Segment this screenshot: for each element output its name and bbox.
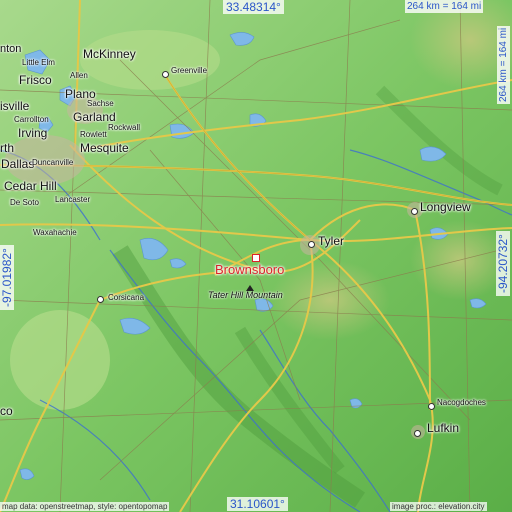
city-label-duncanville: Duncanville (32, 158, 74, 167)
credit-image-proc: image proc.: elevation.city (390, 502, 487, 511)
city-label-frisco: Frisco (19, 73, 52, 87)
city-label-longview: Longview (420, 200, 471, 214)
city-label-mesquite: Mesquite (80, 141, 129, 155)
city-label-fort-worth: rth (0, 141, 15, 155)
city-label-greenville: Greenville (171, 66, 208, 75)
city-label-corsicana: Corsicana (108, 293, 145, 302)
city-label-tyler: Tyler (318, 234, 345, 248)
city-label-carrollton: Carrollton (14, 115, 49, 124)
city-marker-lufkin (414, 430, 421, 437)
city-label-waco: co (0, 404, 13, 418)
city-label-allen: Allen (70, 71, 88, 80)
city-label-waxahachie: Waxahachie (33, 228, 77, 237)
city-label-lewisville: isville (0, 99, 30, 113)
city-label-nacogdoches: Nacogdoches (437, 398, 486, 407)
city-label-desoto: De Soto (10, 198, 39, 207)
city-label-lancaster: Lancaster (55, 195, 91, 204)
coord-bottom: 31.10601° (227, 497, 288, 511)
place-marker[interactable] (252, 254, 260, 262)
city-label-rockwall: Rockwall (108, 123, 141, 132)
city-label-irving: Irving (18, 126, 48, 140)
city-label-little-elm: Little Elm (22, 58, 55, 67)
peak-icon (246, 285, 254, 291)
coord-left: -97.01982° (0, 245, 14, 310)
city-label-garland: Garland (73, 110, 116, 124)
city-marker-tyler (308, 241, 315, 248)
coord-top: 33.48314° (223, 0, 284, 14)
scale-vertical: 264 km = 164 mi (497, 25, 510, 104)
city-label-rowlett: Rowlett (80, 130, 107, 139)
city-marker-longview (411, 208, 418, 215)
coord-right: -94.20732° (496, 231, 510, 296)
credit-map-data: map data: openstreetmap, style: opentopo… (0, 502, 170, 511)
map-view[interactable]: nton McKinney Greenville Little Elm Fris… (0, 0, 512, 512)
city-marker-nacogdoches (428, 403, 435, 410)
city-label-dallas: Dallas (1, 157, 35, 171)
city-marker-greenville (162, 71, 169, 78)
peak-label: Tater Hill Mountain (208, 290, 283, 300)
scale-horizontal: 264 km = 164 mi (405, 0, 484, 13)
city-label-mckinney: McKinney (83, 47, 136, 61)
city-label-cedar-hill: Cedar Hill (4, 179, 57, 193)
city-label-lufkin: Lufkin (427, 421, 460, 435)
city-label-sachse: Sachse (87, 99, 114, 108)
place-label[interactable]: Brownsboro (215, 263, 284, 276)
city-label-anton: nton (0, 43, 22, 55)
city-marker-corsicana (97, 296, 104, 303)
